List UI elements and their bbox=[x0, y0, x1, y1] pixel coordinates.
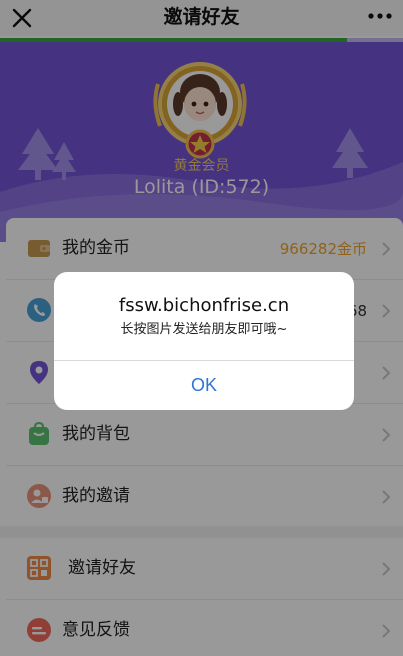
alert-dialog: fssw.bichonfrise.cn 长按图片发送给朋友即可哦~ OK bbox=[54, 272, 354, 410]
ok-button[interactable]: OK bbox=[54, 361, 354, 410]
dialog-message: 长按图片发送给朋友即可哦~ bbox=[120, 322, 288, 337]
dialog-title: fssw.bichonfrise.cn bbox=[118, 295, 290, 316]
